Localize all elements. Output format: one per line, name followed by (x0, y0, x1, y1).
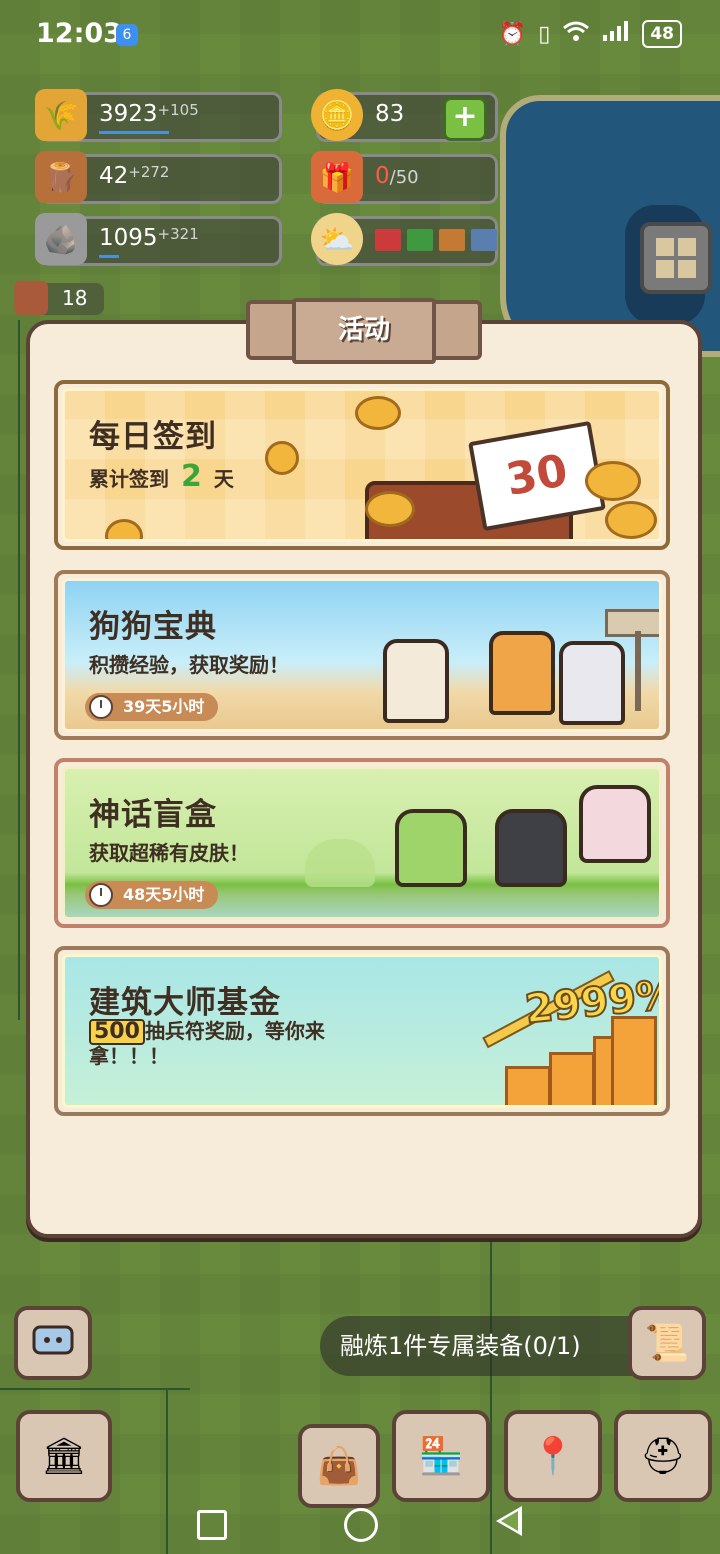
heroes-button[interactable]: ⛑ (614, 1410, 712, 1502)
grid-icon (656, 238, 696, 278)
clock-icon (89, 883, 113, 907)
modal-title-banner: 活动 (246, 298, 482, 364)
weather-chip (407, 229, 433, 251)
checkin-summary: 累计签到 2 天 (89, 459, 234, 494)
helmet-icon: ⛑ (640, 1436, 686, 1477)
coin-icon (365, 491, 415, 527)
weather-chip (375, 229, 401, 251)
wheat-increment: +105 (157, 101, 199, 119)
signpost-icon (605, 609, 659, 637)
gold-resource[interactable]: 🪙 83 + (311, 89, 498, 142)
checkin-days: 2 (181, 459, 202, 494)
stone-resource[interactable]: 🪨 1095+321 (35, 213, 282, 266)
add-gold-button[interactable]: + (443, 97, 487, 141)
gift-current: 0 (375, 163, 390, 189)
husky-character-icon (559, 641, 625, 725)
timer-text: 48天5小时 (123, 885, 205, 904)
card-title: 狗狗宝典 (89, 609, 217, 645)
chat-button[interactable] (14, 1306, 92, 1380)
book-icon (14, 281, 48, 315)
wheat-resource[interactable]: 🌾 3923+105 (35, 89, 282, 142)
wood-increment: +272 (128, 163, 170, 181)
wifi-icon (562, 20, 590, 48)
battery-icon: 48 (642, 20, 682, 48)
wheat-icon: 🌾 (35, 89, 87, 141)
map-button[interactable]: 📍 (504, 1410, 602, 1502)
task-banner[interactable]: 融炼1件专属装备(0/1) (320, 1316, 640, 1376)
status-bar: 12:03 6 ⏰ ▯ 48 (0, 0, 720, 70)
scroll-icon: 📜 (644, 1323, 690, 1364)
quest-scroll-button[interactable]: 📜 (628, 1306, 706, 1380)
coin-icon (605, 501, 657, 539)
alarm-icon: ⏰ (498, 21, 527, 47)
stone-increment: +321 (157, 225, 199, 243)
weather-chip (439, 229, 465, 251)
card-subtitle: 500 抽兵符奖励，等你来拿！！！ (89, 1019, 325, 1068)
card-dog-codex[interactable]: 狗狗宝典 积攒经验，获取奖励！ 39天5小时 (54, 570, 670, 740)
card-builder-fund[interactable]: 2999% 建筑大师基金 500 抽兵符奖励，等你来拿！！！ (54, 946, 670, 1116)
vibrate-icon: ▯ (538, 21, 551, 47)
weather-chip (471, 229, 497, 251)
gold-value: 83 (375, 101, 405, 127)
card-subtitle: 获取超稀有皮肤！ (89, 841, 249, 865)
coin-icon (105, 519, 143, 539)
grid-menu-button[interactable] (640, 222, 712, 294)
chat-icon (32, 1325, 74, 1355)
wood-icon: 🪵 (35, 151, 87, 203)
book-counter[interactable]: 18 (14, 281, 104, 315)
card-title: 每日签到 (89, 419, 217, 455)
frog-silhouette-icon (305, 839, 375, 887)
signal-icon (602, 20, 630, 48)
weather-icon: ⛅ (311, 213, 363, 265)
stone-progress (99, 255, 119, 258)
wheat-value: 3923 (99, 101, 158, 127)
wheat-progress (99, 131, 169, 134)
cat-character-icon (495, 809, 567, 887)
card-daily-checkin[interactable]: 30 每日签到 累计签到 2 天 (54, 380, 670, 550)
card-title: 神话盲盒 (89, 797, 217, 833)
gift-icon: 🎁 (311, 151, 363, 203)
bag-icon: 👜 (316, 1446, 362, 1487)
coin-icon (265, 441, 299, 475)
home-button[interactable] (344, 1508, 378, 1542)
gift-max: /50 (389, 167, 419, 188)
timer-pill: 39天5小时 (85, 693, 219, 721)
timer-text: 39天5小时 (123, 697, 205, 716)
wood-resource[interactable]: 🪵 42+272 (35, 151, 282, 204)
shop-icon: 🏪 (418, 1436, 464, 1477)
building-icon: 🏛 (41, 1436, 87, 1477)
frog-character-icon (395, 809, 467, 887)
back-button[interactable] (496, 1506, 522, 1536)
stone-value: 1095 (99, 225, 158, 251)
recents-button[interactable] (197, 1510, 227, 1540)
beagle-character-icon (383, 639, 449, 723)
gold-coin-icon: 🪙 (311, 89, 363, 141)
coin-icon (585, 461, 641, 501)
shop-button[interactable]: 🏪 (392, 1410, 490, 1502)
timer-pill: 48天5小时 (85, 881, 219, 909)
reward-count-badge: 500 (89, 1019, 145, 1045)
clock: 12:03 (36, 18, 122, 49)
shiba-character-icon (489, 631, 555, 715)
system-nav-bar (0, 1490, 720, 1554)
card-title: 建筑大师基金 (89, 985, 281, 1021)
map-pin-icon: 📍 (530, 1436, 576, 1477)
weather-bar[interactable]: ⛅ (311, 213, 498, 266)
rabbit-character-icon (579, 785, 651, 863)
card-subtitle: 积攒经验，获取奖励！ (89, 653, 289, 677)
card-mythic-box[interactable]: 神话盲盒 获取超稀有皮肤！ 48天5小时 (54, 758, 670, 928)
notification-badge: 6 (116, 24, 138, 46)
book-count: 18 (62, 286, 88, 310)
town-hall-button[interactable]: 🏛 (16, 1410, 112, 1502)
weather-forecast (375, 229, 497, 251)
wood-value: 42 (99, 163, 129, 189)
stone-icon: 🪨 (35, 213, 87, 265)
coin-icon (355, 396, 401, 430)
gift-resource[interactable]: 🎁 0/50 (311, 151, 498, 204)
modal-title: 活动 (292, 298, 436, 364)
clock-icon (89, 695, 113, 719)
